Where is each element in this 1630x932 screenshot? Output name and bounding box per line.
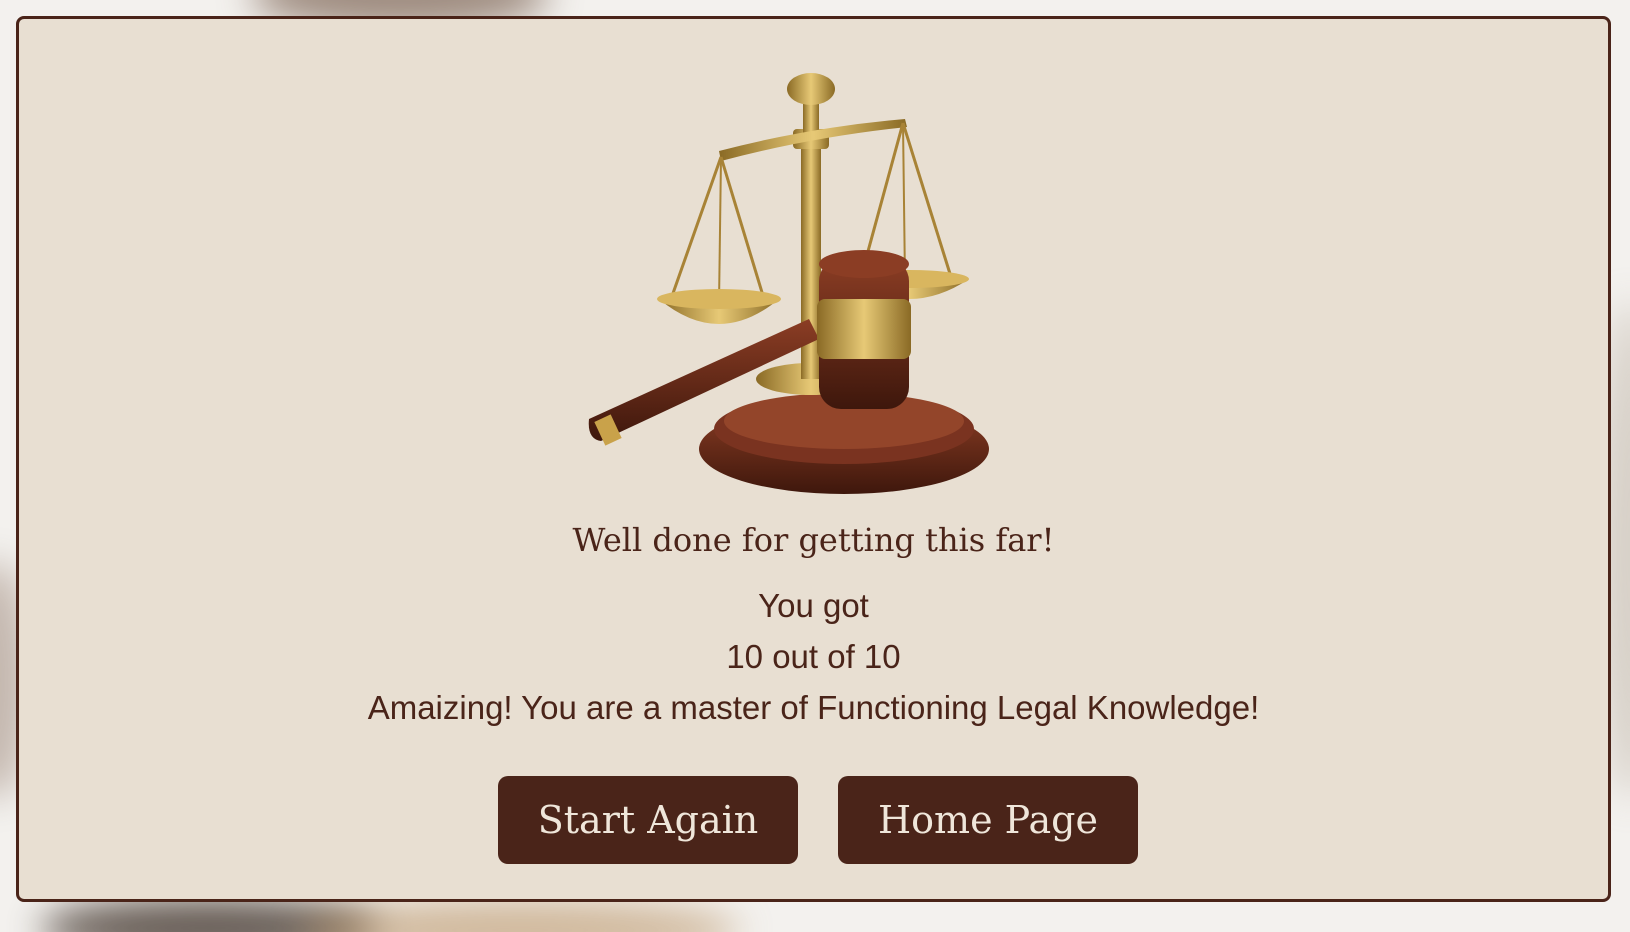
home-page-button[interactable]: Home Page (838, 776, 1138, 864)
results-modal: Well done for getting this far! You got … (16, 16, 1611, 902)
start-again-button[interactable]: Start Again (498, 776, 798, 864)
background-decoration (300, 900, 740, 932)
scales-and-gavel-icon (579, 49, 1049, 499)
result-headline: Well done for getting this far! (572, 521, 1055, 559)
score-prefix: You got (758, 587, 869, 624)
score-value: 10 out of 10 (726, 638, 901, 675)
result-message: Amaizing! You are a master of Functionin… (367, 689, 1260, 726)
